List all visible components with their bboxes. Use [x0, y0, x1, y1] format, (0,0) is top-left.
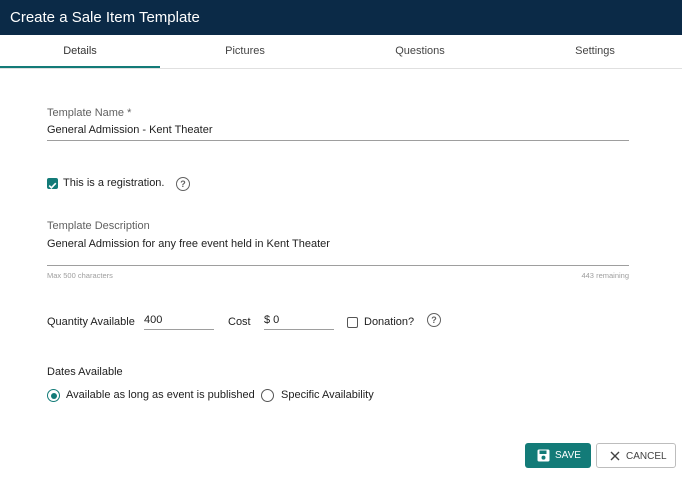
- tab-questions[interactable]: Questions: [340, 35, 500, 68]
- description-textarea[interactable]: General Admission for any free event hel…: [47, 238, 627, 250]
- tab-pictures[interactable]: Pictures: [165, 35, 325, 68]
- radio-available-published-label[interactable]: Available as long as event is published: [66, 389, 255, 401]
- registration-label: This is a registration.: [63, 177, 165, 189]
- radio-available-published[interactable]: [47, 389, 60, 402]
- donation-help-icon[interactable]: ?: [427, 313, 441, 327]
- template-name-underline: [47, 140, 629, 141]
- radio-specific-availability-label[interactable]: Specific Availability: [281, 389, 374, 401]
- save-button-label: SAVE: [555, 450, 581, 461]
- floppy-disk-icon: [537, 449, 550, 462]
- tab-settings[interactable]: Settings: [515, 35, 675, 68]
- radio-specific-availability[interactable]: [261, 389, 274, 402]
- cost-label: Cost: [228, 316, 251, 328]
- cancel-button[interactable]: CANCEL: [596, 443, 676, 468]
- save-button[interactable]: SAVE: [525, 443, 591, 468]
- donation-checkbox[interactable]: [347, 317, 358, 328]
- cost-input[interactable]: $ 0: [264, 314, 332, 326]
- dates-heading: Dates Available: [47, 366, 123, 378]
- quantity-underline: [144, 329, 214, 330]
- close-icon: [610, 451, 620, 461]
- quantity-label: Quantity Available: [47, 316, 135, 328]
- cancel-button-label: CANCEL: [626, 451, 667, 462]
- check-icon: [48, 182, 57, 189]
- quantity-input[interactable]: 400: [144, 314, 212, 326]
- description-label: Template Description: [47, 220, 150, 232]
- description-remaining: 443 remaining: [581, 271, 629, 280]
- registration-checkbox[interactable]: [47, 178, 58, 189]
- tab-details[interactable]: Details: [0, 35, 160, 68]
- dialog-title: Create a Sale Item Template: [0, 0, 682, 35]
- radio-selected-dot: [50, 392, 57, 399]
- donation-label: Donation?: [364, 316, 415, 328]
- template-name-label: Template Name *: [47, 107, 132, 119]
- description-underline: [47, 265, 629, 266]
- description-max-hint: Max 500 characters: [47, 271, 113, 280]
- template-name-input[interactable]: General Admission - Kent Theater: [47, 124, 627, 136]
- cost-underline: [264, 329, 334, 330]
- registration-help-icon[interactable]: ?: [176, 177, 190, 191]
- tab-bar: Details Pictures Questions Settings: [0, 35, 682, 69]
